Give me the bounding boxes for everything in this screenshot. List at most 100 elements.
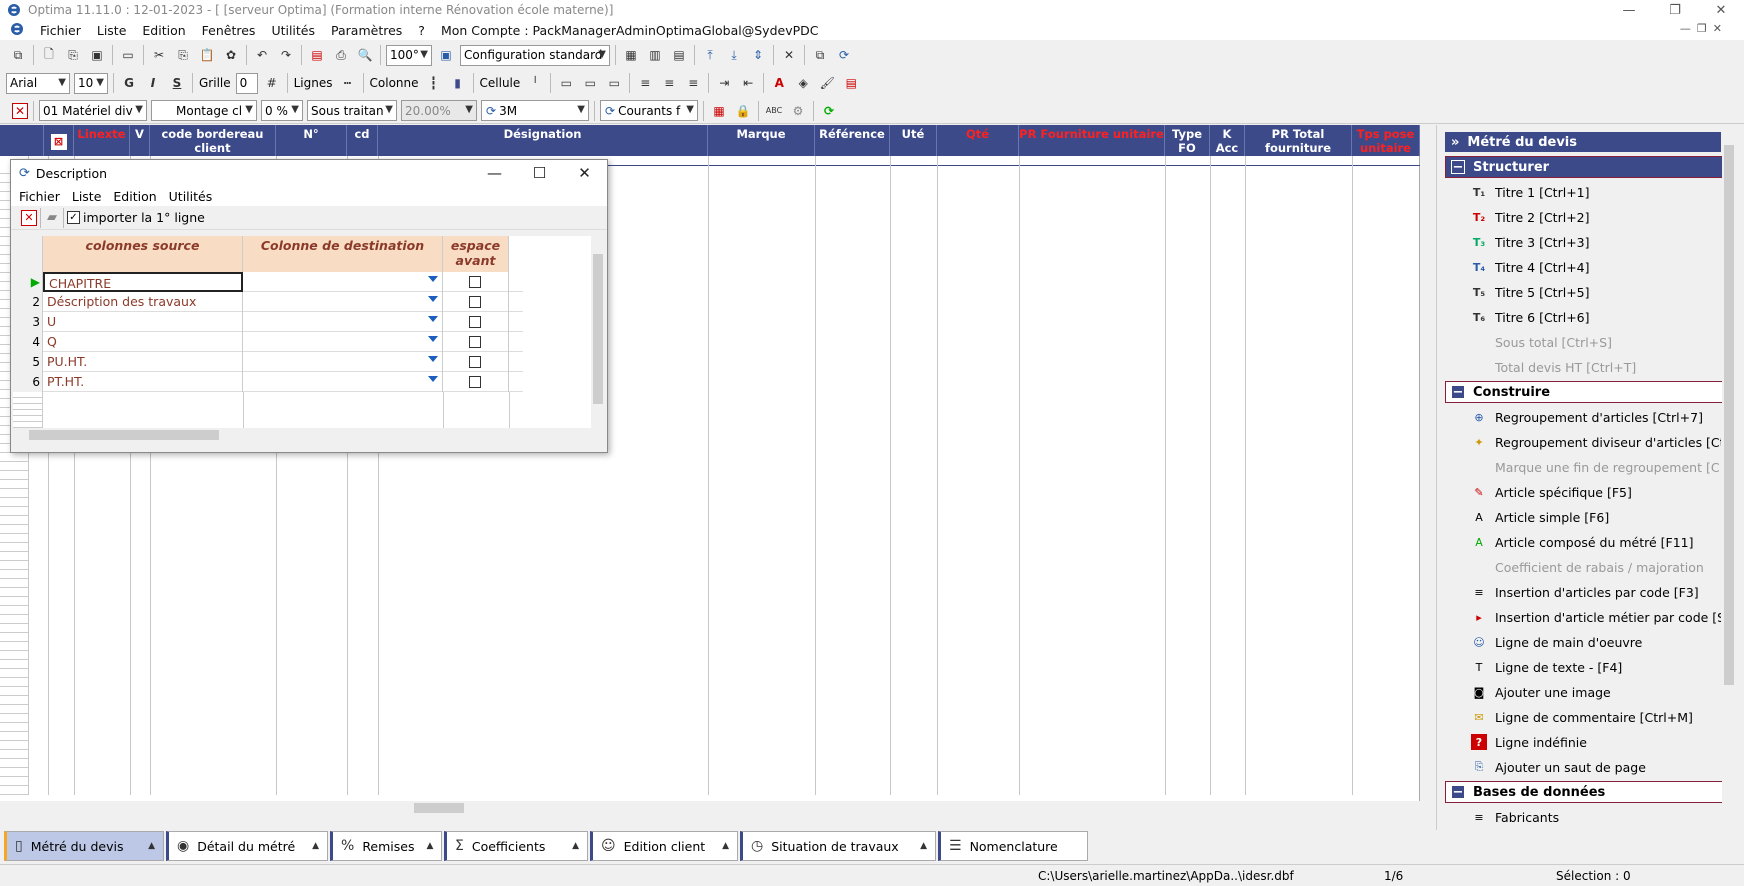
col-designation[interactable]: Désignation (378, 125, 708, 156)
dialog-maximize-button[interactable]: ☐ (517, 160, 562, 186)
optima-menu-icon[interactable] (10, 22, 26, 39)
align-left-icon[interactable]: ≡ (635, 73, 655, 93)
source-cell[interactable]: PU.HT. (43, 352, 243, 372)
dropdown-arrow-icon[interactable] (428, 336, 438, 342)
article-specifique-item[interactable]: ✎ Article spécifique [F5] (1471, 481, 1721, 503)
paste-special-icon[interactable]: ✿ (221, 45, 241, 65)
table-icon[interactable]: ▤ (669, 45, 689, 65)
brand-combo[interactable]: ⟳ 3M ▼ (481, 100, 589, 121)
zoom-combo[interactable]: 100° ▼ (386, 44, 432, 66)
source-cell[interactable]: U (43, 312, 243, 332)
mdi-close-icon[interactable]: ✕ (1713, 22, 1722, 35)
menu-account[interactable]: Mon Compte : PackManagerAdminOptimaGloba… (433, 23, 827, 38)
menu-parametres[interactable]: Paramètres (323, 23, 410, 38)
article-compose-item[interactable]: A Article composé du métré [F11] (1471, 531, 1721, 553)
menu-utilites[interactable]: Utilités (263, 23, 323, 38)
dialog-menu-liste[interactable]: Liste (72, 189, 109, 204)
sync-green-icon[interactable]: ⟳ (819, 101, 839, 121)
font-combo[interactable]: Arial ▼ (6, 72, 70, 94)
border-bottom-icon[interactable]: ▭ (604, 73, 624, 93)
space-checkbox[interactable] (469, 376, 481, 388)
mapping-row[interactable]: 4 Q (13, 332, 523, 352)
titre-4-item[interactable]: T₄ Titre 4 [Ctrl+4] (1471, 256, 1721, 278)
refresh-icon[interactable]: ⟳ (834, 45, 854, 65)
titre-3-item[interactable]: T₃ Titre 3 [Ctrl+3] (1471, 231, 1721, 253)
dest-cell[interactable] (243, 332, 443, 352)
tab-remises[interactable]: % Remises ▲ (330, 831, 442, 861)
underline-button[interactable]: S (167, 73, 187, 93)
new-file-icon[interactable]: 🗋 (39, 45, 59, 65)
save-icon[interactable]: ▣ (87, 45, 107, 65)
open-folder-icon[interactable]: ▭ (118, 45, 138, 65)
redo-icon[interactable]: ↷ (276, 45, 296, 65)
panel-header[interactable]: » Métré du devis (1445, 132, 1721, 152)
col-numero[interactable]: N° (276, 125, 347, 156)
mapping-row[interactable]: ▶ CHAPITRE (13, 272, 523, 292)
ligne-commentaire-item[interactable]: ✉ Ligne de commentaire [Ctrl+M] (1471, 706, 1721, 728)
space-checkbox[interactable] (469, 316, 481, 328)
calc-icon[interactable]: ▦ (621, 45, 641, 65)
undo-icon[interactable]: ↶ (252, 45, 272, 65)
tab-nomenclature[interactable]: ☰ Nomenclature (938, 831, 1088, 861)
grid-hscrollbar[interactable] (0, 801, 1420, 815)
import-first-line-checkbox[interactable]: ✓ (67, 211, 80, 224)
dest-cell[interactable] (243, 272, 443, 292)
dialog-import-icon[interactable]: ▰ (44, 210, 60, 226)
col-tps-pose[interactable]: Tps pose unitaire (1352, 125, 1420, 156)
mdi-restore-icon[interactable]: ❐ (1697, 22, 1707, 35)
tools-icon[interactable]: ✕ (779, 45, 799, 65)
insertion-metier-item[interactable]: ▸ Insertion d'article métier par code [S.… (1471, 606, 1721, 628)
dialog-delete-icon[interactable]: ✕ (21, 209, 37, 226)
mapping-row[interactable]: 5 PU.HT. (13, 352, 523, 372)
dest-cell[interactable] (243, 312, 443, 332)
align-right-icon[interactable]: ≡ (683, 73, 703, 93)
titre-5-item[interactable]: T₅ Titre 5 [Ctrl+5] (1471, 281, 1721, 303)
settings-icon[interactable]: ⚙ (788, 101, 808, 121)
ajouter-image-item[interactable]: ◙ Ajouter une image (1471, 681, 1721, 703)
section-structurer[interactable]: − Structurer (1445, 156, 1723, 178)
tab-situation-travaux[interactable]: ◷ Situation de travaux ▲ (740, 831, 936, 861)
section-construire[interactable]: − Construire (1445, 381, 1723, 403)
dest-cell[interactable] (243, 372, 443, 392)
space-checkbox[interactable] (469, 336, 481, 348)
grid-filter-icon[interactable]: ⊠ (44, 125, 74, 156)
minimize-button[interactable]: — (1606, 0, 1652, 20)
border-mid-icon[interactable]: ▭ (580, 73, 600, 93)
main-oeuvre-item[interactable]: ☺ Ligne de main d'oeuvre (1471, 631, 1721, 653)
source-cell[interactable]: CHAPITRE (43, 272, 243, 292)
save-config-icon[interactable]: ▣ (436, 45, 456, 65)
spellcheck-icon[interactable]: ABC (764, 101, 784, 121)
regroupement-item[interactable]: ⊕ Regroupement d'articles [Ctrl+7] (1471, 406, 1721, 428)
titre-6-item[interactable]: T₆ Titre 6 [Ctrl+6] (1471, 306, 1721, 328)
windows-icon[interactable]: ⧉ (8, 45, 28, 65)
dialog-close-button[interactable]: ✕ (562, 160, 607, 186)
fabricants-item[interactable]: ≡ Fabricants (1471, 806, 1721, 828)
col-pr-total[interactable]: PR Total fourniture (1245, 125, 1352, 156)
move-bottom-icon[interactable]: ⤓ (724, 45, 744, 65)
dropdown-arrow-icon[interactable] (428, 376, 438, 382)
pdf-icon[interactable]: ▤ (307, 45, 327, 65)
col-marque[interactable]: Marque (708, 125, 815, 156)
format-painter-icon[interactable]: 🖌 (817, 73, 837, 93)
cut-icon[interactable]: ✂ (149, 45, 169, 65)
move-updown-icon[interactable]: ⇕ (748, 45, 768, 65)
dialog-menu-fichier[interactable]: Fichier (19, 189, 67, 204)
mapping-hscrollbar[interactable] (13, 428, 605, 442)
column-color-icon[interactable]: ▮ (448, 73, 468, 93)
lot-combo[interactable]: 01 Matériel div ▼ (39, 100, 147, 121)
space-checkbox[interactable] (469, 296, 481, 308)
color-palette-icon[interactable]: ▦ (709, 101, 729, 121)
cell-style-icon[interactable]: ╵ (525, 73, 545, 93)
dialog-menu-utilites[interactable]: Utilités (169, 189, 220, 204)
italic-button[interactable]: I (143, 73, 163, 93)
mapping-row[interactable]: 6 PT.HT. (13, 372, 523, 392)
dialog-menu-edition[interactable]: Edition (113, 189, 163, 204)
duplicate-window-icon[interactable]: ⧉ (810, 45, 830, 65)
col-ute[interactable]: Uté (890, 125, 937, 156)
print-preview-icon[interactable]: 🔍 (355, 45, 375, 65)
copy-icon[interactable]: ⎘ (173, 45, 193, 65)
space-checkbox[interactable] (469, 276, 481, 288)
copy-file-icon[interactable]: ⎘ (63, 45, 83, 65)
align-center-icon[interactable]: ≡ (659, 73, 679, 93)
tab-edition-client[interactable]: ☺ Edition client ▲ (590, 831, 738, 861)
